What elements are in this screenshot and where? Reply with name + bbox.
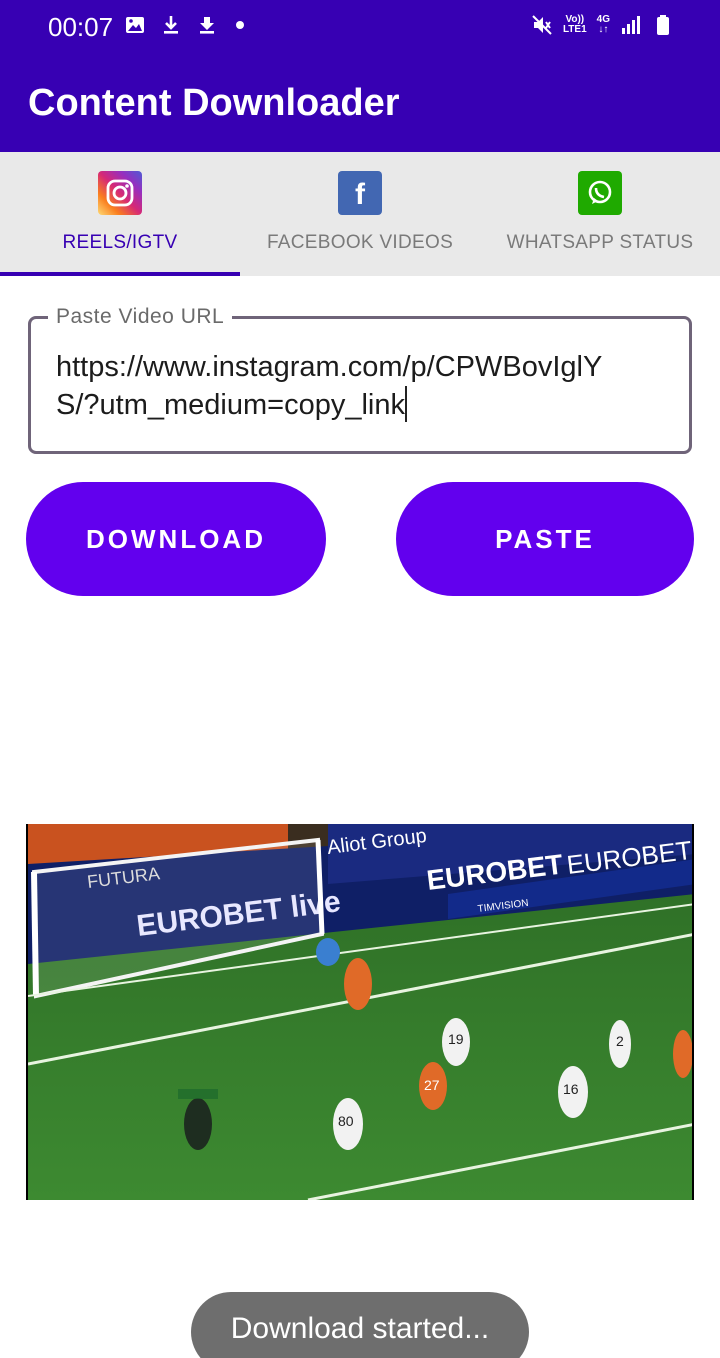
tab-whatsapp-status[interactable]: WHATSAPP STATUS [480, 152, 720, 276]
tab-bar: REELS/IGTV f FACEBOOK VIDEOS WHATSAPP ST… [0, 152, 720, 276]
dot-icon [236, 21, 244, 29]
player-number: 2 [616, 1033, 624, 1049]
whatsapp-icon [578, 171, 622, 215]
toast-message: Download started... [191, 1292, 529, 1358]
url-input-value[interactable]: https://www.instagram.com/p/CPWBovIglYS/… [56, 348, 636, 424]
download-button[interactable]: DOWNLOAD [26, 482, 326, 596]
battery-icon [657, 15, 669, 35]
player-number: 80 [338, 1113, 354, 1129]
video-preview[interactable]: FUTURA EUROBET live EUROBET EUROBET Alio… [26, 824, 694, 1200]
player-number: 27 [424, 1077, 440, 1093]
volte-indicator: Vo)) LTE1 [562, 14, 587, 35]
instagram-icon [98, 171, 142, 215]
active-tab-indicator [0, 272, 240, 276]
player-number: 19 [448, 1031, 464, 1047]
football-match-thumbnail: FUTURA EUROBET live EUROBET EUROBET Alio… [28, 824, 692, 1200]
mute-icon [532, 15, 552, 35]
text-cursor [404, 386, 407, 422]
image-icon [126, 17, 144, 33]
app-title: Content Downloader [28, 82, 400, 124]
facebook-icon: f [338, 171, 382, 215]
download-icon [164, 16, 178, 34]
tab-label: REELS/IGTV [62, 232, 178, 253]
player-number: 16 [563, 1081, 579, 1097]
status-bar: 00:07 Vo)) LTE1 4G ↓↑ [0, 0, 720, 56]
tab-label: WHATSAPP STATUS [506, 232, 694, 253]
url-field-label: Paste Video URL [48, 305, 233, 329]
download-icon [200, 17, 214, 34]
paste-button[interactable]: PASTE [396, 482, 694, 596]
tab-reels-igtv[interactable]: REELS/IGTV [0, 152, 240, 276]
tab-label: FACEBOOK VIDEOS [266, 232, 454, 253]
notification-icons [124, 14, 244, 36]
status-time: 00:07 [48, 12, 114, 42]
signal-icon [622, 16, 640, 34]
network-type: 4G ↓↑ [596, 14, 610, 35]
system-icons: Vo)) LTE1 4G ↓↑ [531, 14, 674, 36]
tab-facebook-videos[interactable]: f FACEBOOK VIDEOS [240, 152, 480, 276]
app-bar: Content Downloader [0, 56, 720, 152]
